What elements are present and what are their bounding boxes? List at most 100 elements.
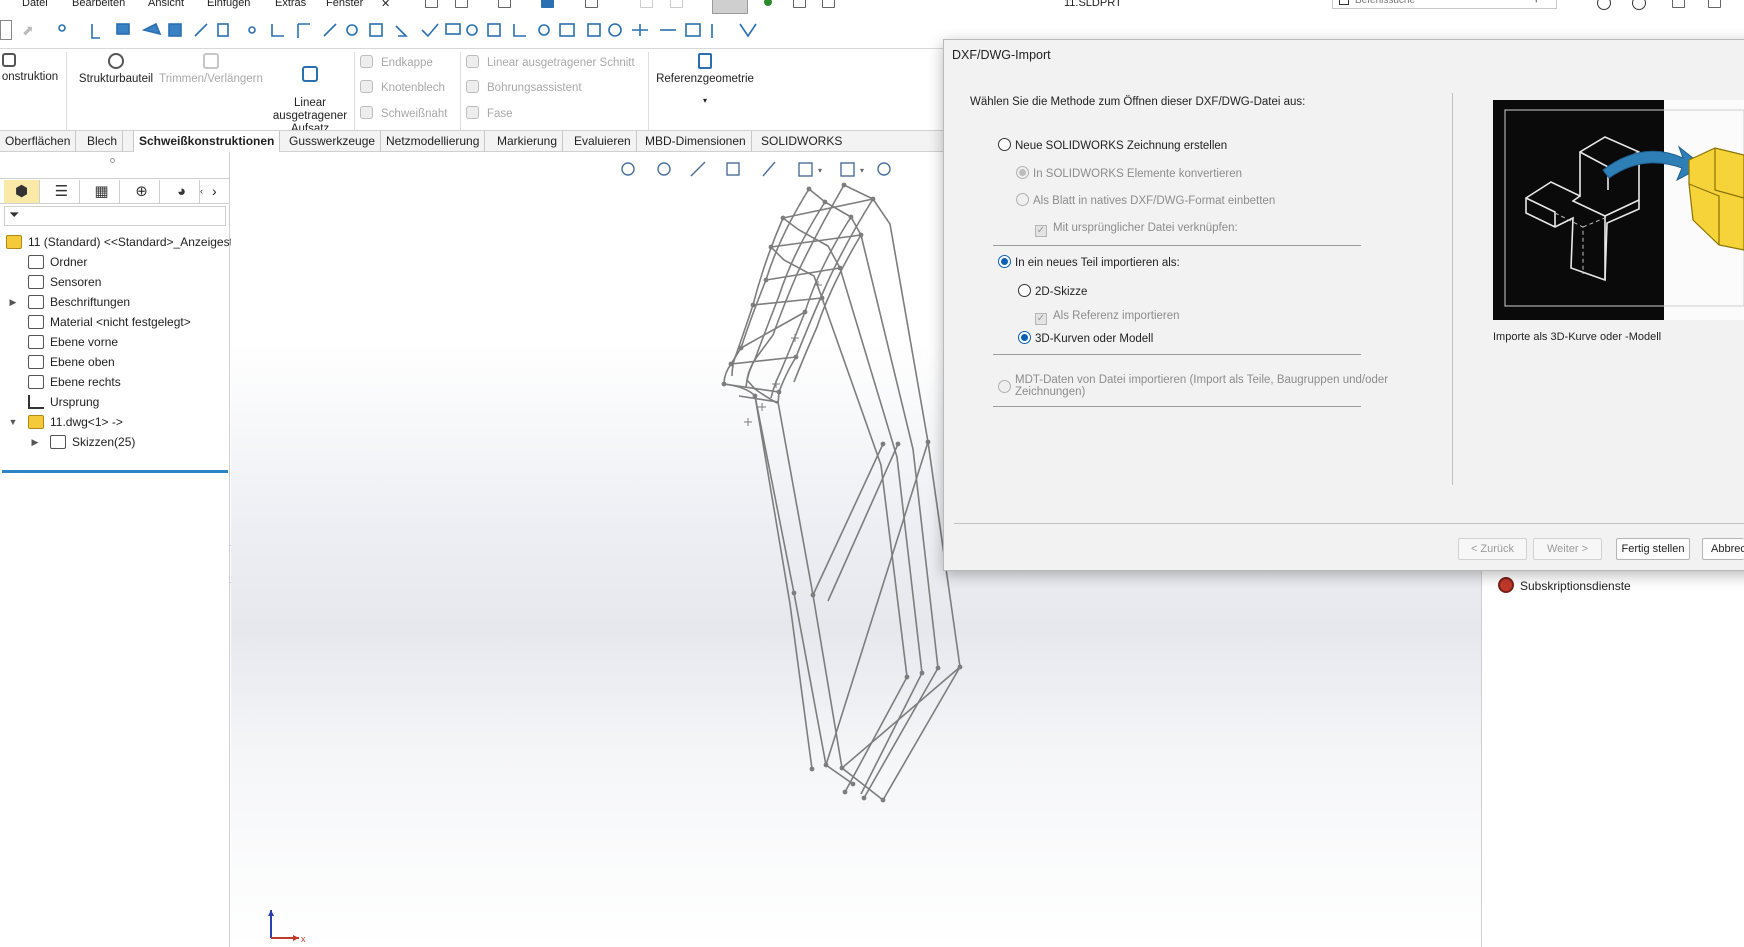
filter-field[interactable]: ⏷	[4, 206, 226, 226]
tree-node-ursprung[interactable]: Ursprung	[28, 392, 99, 412]
select-arrow-icon[interactable]: ⬈	[22, 22, 38, 38]
toolbar-icons[interactable]	[52, 20, 842, 42]
tree-node-sensoren[interactable]: Sensoren	[28, 272, 101, 292]
radio-2d-sketch[interactable]	[1018, 284, 1031, 297]
fase-button[interactable]: Fase	[466, 106, 513, 122]
tree-node-label: 11.dwg<1> ->	[50, 415, 123, 429]
radio-mdt-import[interactable]	[998, 380, 1011, 393]
option-convert[interactable]: In SOLIDWORKS Elemente konvertieren	[1016, 166, 1242, 182]
feature-tree-icon[interactable]: ⬢	[4, 180, 40, 203]
options-icon[interactable]	[822, 0, 835, 8]
select-icon[interactable]	[712, 0, 748, 14]
bohrungsassistent-button[interactable]: Bohrungsassistent	[466, 80, 582, 96]
pin-icon[interactable]: ✕	[381, 0, 390, 10]
strukturbauteil-button[interactable]: Strukturbauteil	[70, 53, 162, 86]
next-button[interactable]: Weiter >	[1533, 538, 1602, 560]
tree-root[interactable]: 11 (Standard) <<Standard>_Anzeigest	[6, 232, 233, 252]
option-2d-sketch[interactable]: 2D-Skizze	[1018, 284, 1087, 300]
tab-gusswerkzeuge[interactable]: Gusswerkzeuge	[284, 131, 382, 152]
expand-arrow-icon[interactable]: ▶	[28, 432, 42, 452]
search-input[interactable]	[1355, 0, 1525, 6]
tree-node-ebene-oben[interactable]: Ebene oben	[28, 352, 115, 372]
dimxpert-icon[interactable]: ⊕	[124, 180, 160, 203]
restore-icon[interactable]	[1708, 0, 1721, 8]
endkappe-button[interactable]: Endkappe	[360, 55, 433, 71]
account-icon[interactable]	[1597, 0, 1611, 10]
home-icon[interactable]	[425, 0, 438, 8]
option-new-drawing[interactable]: Neue SOLIDWORKS Zeichnung erstellen	[998, 138, 1227, 154]
knotenblech-button[interactable]: Knotenblech	[360, 80, 445, 96]
tree-root-label: 11 (Standard) <<Standard>_Anzeigest	[28, 235, 233, 249]
checkbox-link-file[interactable]: ✓	[1035, 225, 1047, 237]
tree-node-skizzen[interactable]: ▶ Skizzen(25)	[32, 432, 135, 452]
tree-node-ebene-rechts[interactable]: Ebene rechts	[28, 372, 121, 392]
chevron-left-icon[interactable]: ‹	[200, 180, 208, 203]
back-button[interactable]: < Zurück	[1458, 538, 1527, 560]
radio-convert[interactable]	[1016, 166, 1029, 179]
referenzgeometrie-button[interactable]: Referenzgeometrie ▾	[652, 53, 758, 107]
minimize-icon[interactable]	[1672, 0, 1685, 8]
option-as-reference[interactable]: ✓ Als Referenz importieren	[1035, 308, 1180, 325]
collapse-handle-icon[interactable]	[110, 158, 115, 163]
subscription-link[interactable]: Subskriptionsdienste	[1498, 576, 1631, 596]
toolbar-dropdown[interactable]	[0, 20, 12, 40]
finish-button[interactable]: Fertig stellen	[1616, 538, 1690, 560]
open-icon[interactable]	[498, 0, 511, 8]
radio-3d-curves[interactable]	[1018, 331, 1031, 344]
cancel-button[interactable]: Abbrec	[1702, 538, 1744, 560]
option-mdt-import[interactable]: MDT-Daten von Datei importieren (Import …	[998, 374, 1388, 404]
tree-node-ordner[interactable]: Ordner	[28, 252, 87, 272]
option-embed[interactable]: Als Blatt in natives DXF/DWG-Format einb…	[1016, 193, 1275, 209]
save-icon[interactable]	[541, 0, 554, 8]
tab-mbd-dimensionen[interactable]: MBD-Dimensionen	[640, 131, 752, 152]
tab-netzmodellierung[interactable]: Netzmodellierung	[381, 131, 486, 152]
collapse-arrow-icon[interactable]: ▼	[6, 412, 20, 432]
display-manager-icon[interactable]: ◕	[164, 180, 200, 203]
tree-node-beschriftungen[interactable]: ▶ Beschriftungen	[10, 292, 130, 312]
tree-node-dwg[interactable]: ▼ 11.dwg<1> ->	[9, 412, 123, 432]
property-manager-icon[interactable]: ☰	[44, 180, 80, 203]
file-properties-icon[interactable]	[793, 0, 806, 8]
help-icon[interactable]	[1632, 0, 1646, 10]
tab-schweisskonstruktionen[interactable]: Schweißkonstruktionen	[133, 131, 281, 152]
tab-markierung[interactable]: Markierung	[492, 131, 564, 152]
tab-solidworks-zusatzanwendungen[interactable]: SOLIDWORKS Zusatzanwendungen	[756, 131, 943, 169]
linear-schnitt-button[interactable]: Linear ausgetragener Schnitt	[466, 55, 635, 71]
radio-import-part[interactable]	[998, 255, 1011, 268]
option-3d-curves[interactable]: 3D-Kurven oder Modell	[1018, 331, 1153, 347]
radio-new-drawing[interactable]	[998, 138, 1011, 151]
chevron-down-icon[interactable]: ▾	[652, 94, 758, 107]
menu-datei[interactable]: Datei	[22, 0, 48, 9]
linear-aufsatz-button[interactable]: Linear ausgetragener Aufsatz	[268, 53, 352, 136]
material-icon	[28, 315, 44, 329]
command-search[interactable]: ⚲	[1332, 0, 1557, 9]
option-link-file[interactable]: ✓ Mit ursprünglicher Datei verknüpfen:	[1035, 220, 1238, 237]
dialog-divider	[1452, 93, 1453, 485]
tab-oberflaechen[interactable]: Oberflächen	[0, 131, 77, 152]
menu-bearbeiten[interactable]: Bearbeiten	[72, 0, 125, 9]
trimmen-button[interactable]: Trimmen/Verlängern	[158, 53, 264, 86]
expand-arrow-icon[interactable]: ▶	[6, 292, 20, 312]
option-import-part[interactable]: In ein neues Teil importieren als:	[998, 255, 1180, 271]
menu-fenster[interactable]: Fenster	[326, 0, 363, 9]
konstruktion-button[interactable]: onstruktion	[0, 53, 60, 84]
redo-icon[interactable]	[670, 0, 683, 8]
schweissnaht-button[interactable]: Schweißnaht	[360, 106, 447, 122]
rollback-bar[interactable]	[2, 470, 228, 473]
tab-evaluieren[interactable]: Evaluieren	[569, 131, 637, 152]
undo-icon[interactable]	[640, 0, 653, 8]
checkbox-as-reference[interactable]: ✓	[1035, 313, 1047, 325]
new-doc-icon[interactable]	[455, 0, 468, 8]
configuration-manager-icon[interactable]: ▦	[84, 180, 120, 203]
folder-icon	[28, 255, 44, 269]
tree-node-ebene-vorne[interactable]: Ebene vorne	[28, 332, 118, 352]
menu-extras[interactable]: Extras	[275, 0, 306, 9]
rebuild-icon[interactable]	[764, 0, 772, 6]
print-icon[interactable]	[585, 0, 598, 8]
tab-blech[interactable]: Blech	[82, 131, 124, 152]
menu-ansicht[interactable]: Ansicht	[148, 0, 184, 9]
radio-embed[interactable]	[1016, 193, 1029, 206]
tree-node-material[interactable]: Material <nicht festgelegt>	[28, 312, 191, 332]
chevron-right-icon[interactable]: ›	[212, 180, 226, 203]
menu-einfuegen[interactable]: Einfügen	[207, 0, 250, 9]
